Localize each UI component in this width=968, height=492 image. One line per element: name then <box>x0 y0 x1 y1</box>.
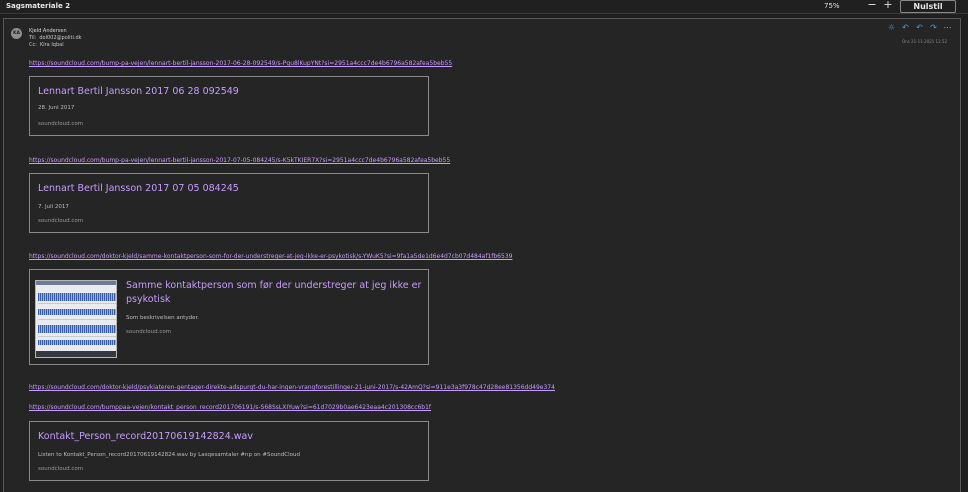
reply-icon[interactable]: ↶ <box>901 23 910 33</box>
soundcloud-link[interactable]: https://soundcloud.com/doktor-kjeld/samm… <box>29 253 512 260</box>
card-subtitle: Som beskrivelsen antyder. <box>126 315 199 321</box>
card-subtitle: 7. Juli 2017 <box>38 204 69 210</box>
soundcloud-link[interactable]: https://soundcloud.com/bump-pa-vejen/len… <box>29 60 452 67</box>
card-domain: soundcloud.com <box>38 466 84 472</box>
card-title-line-1: Samme kontaktperson som før der understr… <box>126 280 422 291</box>
cc-value: Kira Iqbal <box>39 42 64 48</box>
more-icon[interactable]: ⋯ <box>943 23 952 33</box>
soundcloud-link[interactable]: https://soundcloud.com/bump-pa-vejen/len… <box>29 157 450 164</box>
card-title: Lennart Bertil Jansson 2017 07 05 084245 <box>38 183 239 194</box>
cc-label: Cc: <box>29 42 37 48</box>
reply-all-icon[interactable]: ↶ <box>915 23 924 33</box>
to-line: Til: dol002@politi.dk <box>29 35 82 41</box>
cc-line: Cc: Kira Iqbal <box>29 42 64 48</box>
link-preview-card[interactable]: Kontakt_Person_record20170619142824.wav … <box>29 421 429 481</box>
link-preview-card[interactable]: Lennart Bertil Jansson 2017 07 05 084245… <box>29 173 429 233</box>
soundcloud-link[interactable]: https://soundcloud.com/doktor-kjeld/psyk… <box>29 384 555 391</box>
reset-zoom-button[interactable]: Nulstil <box>900 0 956 13</box>
card-domain: soundcloud.com <box>126 329 172 335</box>
window-title: Sagsmateriale 2 <box>6 2 71 10</box>
card-title: Kontakt_Person_record20170619142824.wav <box>38 431 253 442</box>
message-date: Ons 21-11-2021 12.52 <box>902 39 948 44</box>
card-domain: soundcloud.com <box>38 121 84 127</box>
zoom-level: 75% <box>824 2 840 10</box>
card-subtitle: Listen to Kontakt_Person_record201706191… <box>38 452 300 458</box>
avatar: KA <box>11 28 22 39</box>
card-title-line-2: psykotisk <box>126 294 171 305</box>
forward-icon[interactable]: ↷ <box>929 23 938 33</box>
zoom-out-button[interactable]: − <box>866 0 878 11</box>
to-label: Til: <box>29 35 37 41</box>
link-preview-card[interactable]: Samme kontaktperson som før der understr… <box>29 269 429 365</box>
soundcloud-link[interactable]: https://soundcloud.com/bumppaa-vejen/kon… <box>29 404 431 411</box>
sender-name: Kjeld Andersen <box>29 28 67 34</box>
message-actions: ☼ ↶ ↶ ↷ ⋯ <box>887 23 952 33</box>
message-pane: KA Kjeld Andersen Til: dol002@politi.dk C… <box>3 18 961 492</box>
waveform-thumbnail-image <box>35 280 117 358</box>
card-title: Lennart Bertil Jansson 2017 06 28 092549 <box>38 86 239 97</box>
card-subtitle: 28. Juni 2017 <box>38 105 75 111</box>
card-domain: soundcloud.com <box>38 218 84 224</box>
zoom-in-button[interactable]: + <box>882 0 894 11</box>
sun-icon[interactable]: ☼ <box>887 23 896 33</box>
window-titlebar: Sagsmateriale 2 75% − + Nulstil <box>0 0 968 14</box>
to-value: dol002@politi.dk <box>39 35 82 41</box>
link-preview-card[interactable]: Lennart Bertil Jansson 2017 06 28 092549… <box>29 76 429 136</box>
